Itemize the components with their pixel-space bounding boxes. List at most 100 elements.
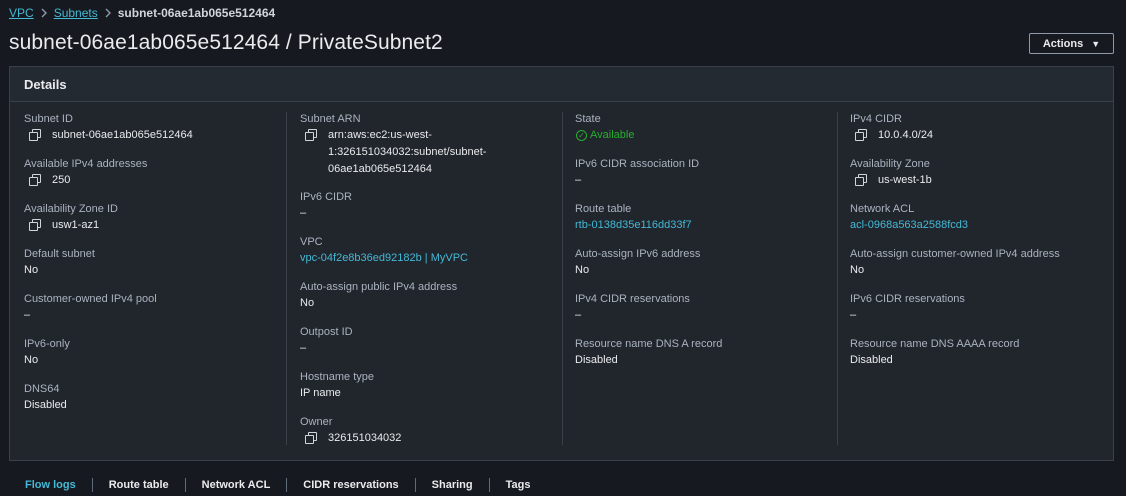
caret-down-icon: ▼	[1091, 38, 1101, 49]
detail-label: Owner	[300, 416, 333, 428]
tab-cidr-reservations[interactable]: CIDR reservations	[287, 478, 416, 492]
details-column-3: State ✓ Available IPv6 CIDR association ID –…	[575, 112, 845, 382]
chevron-right-icon	[40, 8, 48, 18]
detail-field: Owner 326151034032	[300, 415, 570, 460]
detail-label: Availability Zone ID	[24, 203, 118, 215]
detail-value-row: acl-0968a563a2588fcd3	[850, 217, 1120, 234]
detail-value: No	[575, 264, 590, 276]
detail-value-row: rtb-0138d35e116dd33f7	[575, 217, 845, 234]
copy-icon[interactable]	[854, 129, 870, 143]
column-divider	[837, 112, 838, 445]
detail-field: State ✓ Available	[575, 112, 845, 157]
breadcrumb-vpc-link[interactable]: VPC	[9, 6, 34, 20]
detail-value: us-west-1b	[878, 174, 932, 186]
detail-label: Route table	[575, 203, 632, 215]
detail-field: Availability Zone ID usw1-az1	[24, 202, 294, 247]
detail-field: Customer-owned IPv4 pool –	[24, 292, 294, 337]
detail-value-row: No	[300, 295, 570, 312]
detail-value: No	[850, 264, 865, 276]
detail-field: Outpost ID –	[300, 325, 570, 370]
copy-icon[interactable]	[28, 174, 44, 188]
breadcrumb: VPC Subnets subnet-06ae1ab065e512464	[9, 5, 275, 21]
detail-label: Default subnet	[24, 248, 95, 260]
detail-value-row: –	[24, 307, 294, 324]
detail-label: Outpost ID	[300, 326, 353, 338]
detail-value-row: –	[850, 307, 1120, 324]
copy-icon[interactable]	[28, 219, 44, 233]
detail-value-row: subnet-06ae1ab065e512464	[24, 127, 294, 144]
detail-label: Auto-assign IPv6 address	[575, 248, 701, 260]
detail-label: Network ACL	[850, 203, 915, 215]
detail-field: IPv6 CIDR reservations –	[850, 292, 1120, 337]
detail-value: –	[575, 174, 582, 186]
detail-value: –	[24, 309, 31, 321]
detail-label: VPC	[300, 236, 323, 248]
copy-icon[interactable]	[304, 432, 320, 446]
detail-value-row: No	[850, 262, 1120, 279]
detail-label: Auto-assign public IPv4 address	[300, 281, 458, 293]
column-divider	[562, 112, 563, 445]
detail-value-row: us-west-1b	[850, 172, 1120, 189]
detail-value: Disabled	[24, 399, 67, 411]
check-circle-icon: ✓	[576, 130, 587, 141]
tab-tags[interactable]: Tags	[490, 478, 547, 492]
detail-label: DNS64	[24, 383, 60, 395]
detail-label: IPv6 CIDR reservations	[850, 293, 965, 305]
detail-link[interactable]: rtb-0138d35e116dd33f7	[575, 217, 692, 234]
detail-label: Customer-owned IPv4 pool	[24, 293, 157, 305]
tab-route-table[interactable]: Route table	[93, 478, 186, 492]
detail-value: –	[300, 207, 307, 219]
detail-label: IPv6 CIDR association ID	[575, 158, 700, 170]
detail-value-row: usw1-az1	[24, 217, 294, 234]
detail-value: Disabled	[575, 354, 618, 366]
detail-value-row: 326151034032	[300, 430, 570, 447]
detail-label: State	[575, 113, 601, 125]
detail-field: Network ACL acl-0968a563a2588fcd3	[850, 202, 1120, 247]
page-title: subnet-06ae1ab065e512464 / PrivateSubnet…	[9, 31, 443, 54]
detail-link[interactable]: vpc-04f2e8b36ed92182b | MyVPC	[300, 250, 468, 267]
detail-value-row: Disabled	[850, 352, 1120, 369]
detail-value-row: –	[575, 172, 845, 189]
tab-flow-logs[interactable]: Flow logs	[9, 478, 93, 492]
copy-icon[interactable]	[854, 174, 870, 188]
copy-icon[interactable]	[304, 129, 320, 143]
detail-label: Subnet ARN	[300, 113, 361, 125]
actions-button[interactable]: Actions ▼	[1029, 33, 1114, 54]
detail-link[interactable]: acl-0968a563a2588fcd3	[850, 217, 968, 234]
detail-field: DNS64 Disabled	[24, 382, 294, 427]
detail-value: No	[24, 354, 39, 366]
tab-network-acl[interactable]: Network ACL	[186, 478, 288, 492]
detail-field: Available IPv4 addresses 250	[24, 157, 294, 202]
detail-value: usw1-az1	[52, 219, 100, 231]
column-divider	[286, 112, 287, 445]
detail-field: Auto-assign public IPv4 address No	[300, 280, 570, 325]
breadcrumb-subnets-link[interactable]: Subnets	[54, 6, 98, 20]
detail-label: IPv6-only	[24, 338, 70, 350]
copy-icon[interactable]	[28, 129, 44, 143]
detail-value: arn:aws:ec2:us-west- 1:326151034032:subn…	[328, 129, 487, 175]
detail-field: Subnet ARN arn:aws:ec2:us-west- 1:3261510…	[300, 112, 570, 190]
detail-label: Subnet ID	[24, 113, 73, 125]
tab-sharing[interactable]: Sharing	[416, 478, 490, 492]
details-column-4: IPv4 CIDR 10.0.4.0/24 Availability Zone us-…	[850, 112, 1120, 382]
status-badge: ✓ Available	[575, 127, 634, 144]
detail-value-row: IP name	[300, 385, 570, 402]
detail-value-row: –	[575, 307, 845, 324]
detail-label: Auto-assign customer-owned IPv4 address	[850, 248, 1060, 260]
detail-value-row: Disabled	[575, 352, 845, 369]
detail-field: IPv6 CIDR –	[300, 190, 570, 235]
detail-value-row: 250	[24, 172, 294, 189]
detail-label: Hostname type	[300, 371, 374, 383]
detail-value-row: arn:aws:ec2:us-west- 1:326151034032:subn…	[300, 127, 570, 178]
detail-field: VPC vpc-04f2e8b36ed92182b | MyVPC	[300, 235, 570, 280]
breadcrumb-current: subnet-06ae1ab065e512464	[117, 6, 276, 20]
detail-value: Disabled	[850, 354, 893, 366]
detail-field: Route table rtb-0138d35e116dd33f7	[575, 202, 845, 247]
detail-value-row: –	[300, 340, 570, 357]
detail-label: Available IPv4 addresses	[24, 158, 148, 170]
detail-label: Resource name DNS A record	[575, 338, 723, 350]
detail-value-row: No	[24, 352, 294, 369]
detail-label: IPv4 CIDR reservations	[575, 293, 690, 305]
detail-field: Default subnet No	[24, 247, 294, 292]
detail-value: No	[300, 297, 315, 309]
